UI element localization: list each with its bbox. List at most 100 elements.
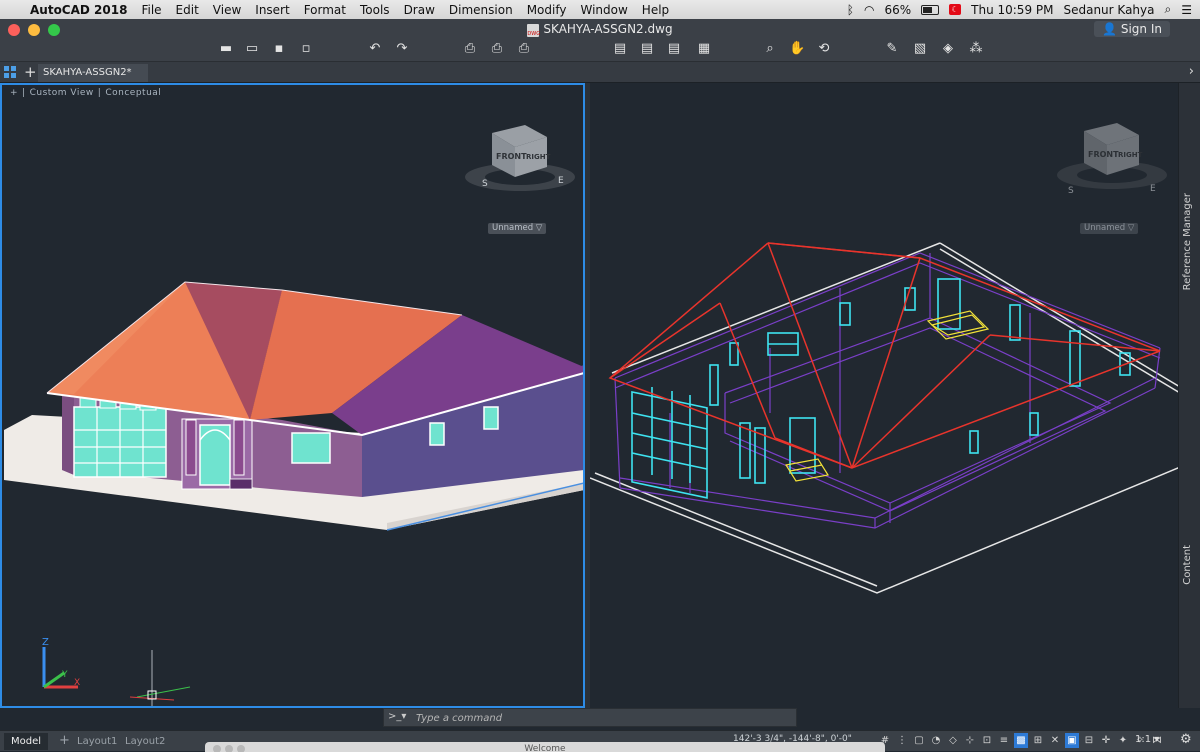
- viewcube[interactable]: FRONT RIGHT S E: [465, 125, 575, 191]
- new-file-icon[interactable]: ▬: [218, 41, 234, 57]
- reference-manager-tab[interactable]: Reference Manager: [1182, 193, 1193, 290]
- spotlight-search-icon[interactable]: ⌕: [1165, 2, 1172, 17]
- start-tab-grid-icon[interactable]: [4, 66, 16, 78]
- command-prompt-icon[interactable]: >_▾: [388, 711, 406, 722]
- viewcube-front-label: FRONT: [496, 152, 527, 161]
- welcome-title: Welcome: [524, 744, 566, 752]
- match-properties-icon[interactable]: ✎: [884, 41, 900, 57]
- command-input[interactable]: [416, 711, 786, 725]
- layout1-tab[interactable]: Layout1: [70, 733, 124, 750]
- lineweight-icon[interactable]: ≡: [997, 733, 1011, 748]
- menu-tools[interactable]: Tools: [360, 3, 390, 17]
- network-icon[interactable]: ⁂: [968, 41, 984, 57]
- menu-window[interactable]: Window: [580, 3, 627, 17]
- battery-icon[interactable]: [921, 4, 940, 15]
- wifi-icon[interactable]: ◠: [864, 3, 874, 17]
- welcome-window[interactable]: Welcome: [205, 742, 885, 752]
- layout2-tab[interactable]: Layout2: [118, 733, 172, 750]
- redo-icon[interactable]: ↷: [394, 41, 410, 57]
- notification-center-icon[interactable]: ☰: [1181, 3, 1192, 17]
- orbit-icon[interactable]: ⟲: [816, 41, 832, 57]
- wall-wireframe: [614, 252, 1161, 529]
- menu-insert[interactable]: Insert: [255, 3, 289, 17]
- batch-plot-icon[interactable]: ⎙: [516, 41, 532, 57]
- axis-y-label: Y: [61, 670, 68, 680]
- shaded-house-model: Z Y X FRONT RIGHT S E: [4, 125, 583, 706]
- ucs-dropdown[interactable]: Unnamed ▽: [488, 223, 547, 234]
- save-as-icon[interactable]: ▫: [298, 41, 314, 57]
- menu-dimension[interactable]: Dimension: [449, 3, 513, 17]
- side-window-1: [429, 422, 445, 446]
- selection-filter-icon[interactable]: ⊟: [1082, 733, 1096, 748]
- axis-x-label: X: [74, 678, 80, 688]
- side-window-2: [483, 406, 499, 430]
- selection-cycling-icon[interactable]: ⊞: [1031, 733, 1045, 748]
- compass-right-e-label: E: [1150, 184, 1156, 194]
- quick-access-toolbar: ▬ ▭ ▪ ▫ ↶ ↷ ⎙ ⎙ ⎙ ▤ ▤ ▤ ▦ ⌕ ✋ ⟲ ✎ ▧ ◈ ⁂: [0, 41, 1200, 59]
- sign-in-label: Sign In: [1120, 22, 1162, 36]
- annotation-visibility-icon[interactable]: ✦: [1116, 733, 1130, 748]
- sign-in-button[interactable]: 👤 Sign In: [1094, 21, 1170, 37]
- dwg-file-icon: DWG: [527, 24, 540, 37]
- model-tab[interactable]: Model: [4, 733, 49, 750]
- menu-view[interactable]: View: [213, 3, 241, 17]
- zoom-icon[interactable]: ⌕: [762, 41, 778, 57]
- document-title: DWG SKAHYA-ASSGN2.dwg: [0, 22, 1200, 37]
- block-editor-icon[interactable]: ▧: [912, 41, 928, 57]
- gizmo-icon[interactable]: ✛: [1099, 733, 1113, 748]
- clock[interactable]: Thu 10:59 PM: [971, 3, 1053, 17]
- ucs-axis-icon: Z Y X: [42, 637, 80, 689]
- document-tab-bar: + SKAHYA-ASSGN2* ›: [0, 62, 1200, 83]
- menu-format[interactable]: Format: [304, 3, 346, 17]
- mac-menu-bar: AutoCAD 2018 File Edit View Insert Forma…: [0, 0, 1200, 20]
- save-icon[interactable]: ▪: [271, 41, 287, 57]
- command-line: >_▾: [383, 708, 797, 727]
- compass-right-s-label: S: [1068, 186, 1074, 196]
- snap-icon[interactable]: ⋮: [895, 733, 909, 748]
- sheet-set-icon[interactable]: ▤: [666, 41, 682, 57]
- properties-icon[interactable]: ▤: [639, 41, 655, 57]
- window-titlebar: DWG SKAHYA-ASSGN2.dwg 👤 Sign In ▬ ▭ ▪ ▫ ↶…: [0, 19, 1200, 62]
- publish-icon[interactable]: ▤: [612, 41, 628, 57]
- app-menu[interactable]: AutoCAD 2018: [30, 3, 127, 17]
- menu-modify[interactable]: Modify: [527, 3, 567, 17]
- bluetooth-icon[interactable]: ᛒ: [847, 3, 854, 17]
- transparency-icon[interactable]: ▩: [1014, 733, 1028, 748]
- front-window: [291, 432, 331, 464]
- menu-draw[interactable]: Draw: [404, 3, 435, 17]
- pan-hand-icon[interactable]: ✋: [789, 41, 805, 57]
- isodraft-icon[interactable]: ◇: [946, 733, 960, 748]
- viewport-left[interactable]: + | Custom View | Conceptual Z Y X FRONT…: [0, 83, 585, 708]
- open-folder-icon[interactable]: ▭: [244, 41, 260, 57]
- welcome-window-controls: [213, 745, 245, 752]
- menu-edit[interactable]: Edit: [176, 3, 199, 17]
- new-tab-plus-icon[interactable]: +: [24, 62, 37, 82]
- viewcube-right-label: RIGHT: [526, 153, 551, 161]
- menu-help[interactable]: Help: [642, 3, 669, 17]
- ucs-dropdown-right[interactable]: Unnamed ▽: [1080, 223, 1139, 234]
- print-icon[interactable]: ⎙: [462, 41, 478, 57]
- dynamic-ucs-icon[interactable]: ▣: [1065, 733, 1079, 748]
- 2d-object-snap-icon[interactable]: ⊡: [980, 733, 994, 748]
- ortho-icon[interactable]: ▢: [912, 733, 926, 748]
- wireframe-house-model: FRONT RIGHT S E: [590, 123, 1178, 594]
- content-tab[interactable]: Content: [1182, 545, 1193, 585]
- tab-overflow-chevron-icon[interactable]: ›: [1189, 62, 1194, 82]
- layer-icon[interactable]: ◈: [940, 41, 956, 57]
- undo-icon[interactable]: ↶: [367, 41, 383, 57]
- annotation-scale-dropdown[interactable]: 1:1 ▾: [1135, 734, 1159, 745]
- compass-e-label: E: [558, 176, 564, 186]
- polar-icon[interactable]: ◔: [929, 733, 943, 748]
- gear-icon[interactable]: ⚙: [1180, 732, 1192, 747]
- input-source-flag-icon[interactable]: ☾: [949, 4, 962, 15]
- user-name[interactable]: Sedanur Kahya: [1063, 3, 1154, 17]
- 3d-object-snap-icon[interactable]: ✕: [1048, 733, 1062, 748]
- plot-preview-icon[interactable]: ⎙: [489, 41, 505, 57]
- viewcube-right[interactable]: FRONT RIGHT S E: [1057, 123, 1167, 196]
- design-center-icon[interactable]: ▦: [696, 41, 712, 57]
- axis-z-label: Z: [42, 637, 49, 648]
- viewport-right[interactable]: FRONT RIGHT S E Unnamed ▽: [590, 83, 1178, 708]
- object-snap-tracking-icon[interactable]: ⊹: [963, 733, 977, 748]
- menu-file[interactable]: File: [141, 3, 161, 17]
- document-tab[interactable]: SKAHYA-ASSGN2*: [38, 64, 148, 82]
